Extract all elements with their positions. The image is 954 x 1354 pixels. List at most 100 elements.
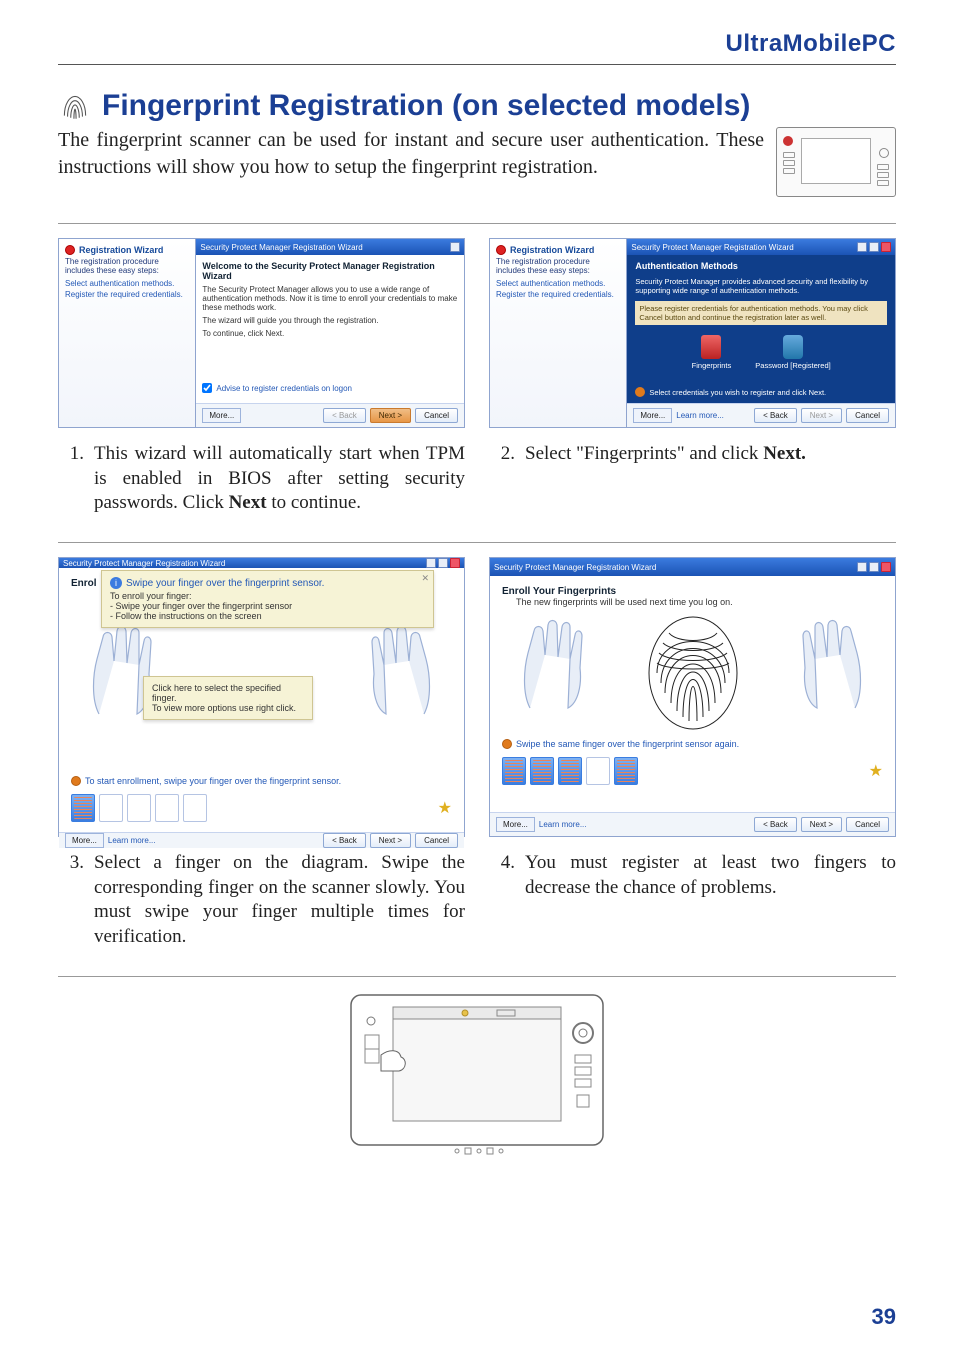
- cancel-button[interactable]: Cancel: [415, 408, 458, 423]
- s1-sidebar-item: Register the required credentials.: [65, 290, 189, 299]
- s3-window-title: Security Protect Manager Registration Wi…: [63, 559, 225, 568]
- s3-start-hint: To start enrollment, swipe your finger o…: [85, 776, 341, 786]
- more-button[interactable]: More...: [496, 817, 535, 832]
- intro-paragraph: The fingerprint scanner can be used for …: [58, 127, 764, 181]
- hint-icon: [71, 776, 81, 786]
- s1-checkbox-label: Advise to register credentials on logon: [216, 384, 352, 393]
- tooltip-lead: To enroll your finger:: [110, 591, 425, 601]
- window-controls[interactable]: [857, 562, 891, 572]
- device-illustration: [347, 991, 607, 1166]
- next-button[interactable]: Next >: [801, 408, 842, 423]
- info-icon: i: [110, 577, 122, 589]
- back-button[interactable]: < Back: [323, 408, 366, 423]
- divider-1: [58, 223, 896, 224]
- s2-sidebar-item: Select authentication methods.: [496, 279, 620, 288]
- more-button[interactable]: More...: [65, 833, 104, 848]
- s4-window-title: Security Protect Manager Registration Wi…: [494, 563, 656, 572]
- page-number: 39: [872, 1304, 896, 1330]
- left-hand-diagram[interactable]: [510, 613, 598, 733]
- tooltip2-line: To view more options use right click.: [152, 703, 304, 713]
- s2-hint: Please register credentials for authenti…: [635, 301, 887, 325]
- s2-auth-sub: Security Protect Manager provides advanc…: [635, 277, 887, 295]
- star-icon: ★: [869, 761, 883, 781]
- step-number: 1.: [58, 442, 94, 516]
- learn-more-link[interactable]: Learn more...: [676, 411, 724, 420]
- select-finger-tooltip: Click here to select the specified finge…: [143, 676, 313, 720]
- s1-body2: The wizard will guide you through the re…: [202, 316, 458, 325]
- info-icon: [635, 387, 645, 397]
- screenshot-step-1: Registration Wizard The registration pro…: [58, 238, 465, 428]
- s1-sidebar-item: Select authentication methods.: [65, 279, 189, 288]
- progress-slots: ★: [71, 794, 452, 822]
- s4-title: Enroll Your Fingerprints: [502, 586, 883, 597]
- s1-advise-checkbox[interactable]: Advise to register credentials on logon: [202, 383, 458, 393]
- learn-more-link[interactable]: Learn more...: [539, 820, 587, 829]
- s2-sidebar-item: Register the required credentials.: [496, 290, 620, 299]
- progress-slots: ★: [502, 757, 883, 785]
- swipe-tooltip: ✕ i Swipe your finger over the fingerprin…: [101, 570, 434, 628]
- s1-body3: To continue, click Next.: [202, 329, 458, 338]
- device-thumbnail: [776, 127, 896, 197]
- fingerprints-option[interactable]: Fingerprints: [692, 335, 732, 370]
- step-text: Select "Fingerprints" and click: [525, 443, 763, 464]
- step-number: 2.: [489, 442, 525, 467]
- cancel-button[interactable]: Cancel: [415, 833, 458, 848]
- s2-select-hint: Select credentials you wish to register …: [649, 388, 826, 397]
- divider-3: [58, 976, 896, 977]
- s4-sub: The new fingerprints will be used next t…: [516, 597, 883, 607]
- step-number: 3.: [58, 851, 94, 950]
- doc-title: UltraMobilePC: [58, 30, 896, 58]
- header-rule: [58, 64, 896, 65]
- back-button[interactable]: < Back: [754, 817, 797, 832]
- tooltip-close-icon[interactable]: ✕: [421, 573, 429, 584]
- s1-body1: The Security Protect Manager allows you …: [202, 285, 458, 312]
- next-button[interactable]: Next >: [370, 408, 411, 423]
- hint-icon: [502, 739, 512, 749]
- step-text-after: to continue.: [267, 492, 361, 513]
- screenshot-step-2: Registration Wizard The registration pro…: [489, 238, 896, 428]
- window-controls[interactable]: [450, 242, 460, 252]
- s2-window-title: Security Protect Manager Registration Wi…: [631, 243, 793, 252]
- cancel-button[interactable]: Cancel: [846, 817, 889, 832]
- more-button[interactable]: More...: [633, 408, 672, 423]
- more-button[interactable]: More...: [202, 408, 241, 423]
- tooltip-line: - Follow the instructions on the screen: [110, 611, 425, 621]
- back-button[interactable]: < Back: [754, 408, 797, 423]
- step-bold: Next: [229, 492, 267, 513]
- s1-window-title: Security Protect Manager Registration Wi…: [200, 243, 362, 252]
- step-number: 4.: [489, 851, 525, 900]
- next-button[interactable]: Next >: [370, 833, 411, 848]
- fingerprint-icon: [701, 335, 721, 359]
- step-1: 1. This wizard will automatically start …: [58, 442, 465, 516]
- fp-option-label: Fingerprints: [692, 361, 732, 370]
- back-button[interactable]: < Back: [323, 833, 366, 848]
- next-button[interactable]: Next >: [801, 817, 842, 832]
- step-text: Select a finger on the diagram. Swipe th…: [94, 852, 465, 947]
- tooltip2-line: Click here to select the specified finge…: [152, 683, 304, 703]
- step-3: 3. Select a finger on the diagram. Swipe…: [58, 851, 465, 950]
- s2-sidebar-sub: The registration procedure includes thes…: [496, 257, 620, 275]
- cancel-button[interactable]: Cancel: [846, 408, 889, 423]
- enrolling-fingerprint: [638, 613, 748, 733]
- s1-sidebar-title: Registration Wizard: [79, 245, 163, 255]
- window-controls[interactable]: [857, 242, 891, 252]
- screenshot-step-3: Security Protect Manager Registration Wi…: [58, 557, 465, 837]
- learn-more-link[interactable]: Learn more...: [108, 836, 156, 845]
- step-bold: Next.: [763, 443, 806, 464]
- right-hand-diagram[interactable]: [787, 613, 875, 733]
- s1-sidebar-sub: The registration procedure includes thes…: [65, 257, 189, 275]
- tooltip-line: - Swipe your finger over the fingerprint…: [110, 601, 425, 611]
- s1-headline: Welcome to the Security Protect Manager …: [202, 261, 458, 281]
- s4-swipe-hint: Swipe the same finger over the fingerpri…: [516, 739, 739, 749]
- right-hand-diagram[interactable]: [356, 619, 444, 722]
- s3-enrol-prefix: Enrol: [71, 578, 97, 589]
- s2-sidebar-title: Registration Wizard: [510, 245, 594, 255]
- tooltip-title: Swipe your finger over the fingerprint s…: [126, 578, 324, 589]
- divider-2: [58, 542, 896, 543]
- window-controls[interactable]: [426, 558, 460, 568]
- step-4: 4. You must register at least two finger…: [489, 851, 896, 900]
- star-icon: ★: [438, 798, 452, 818]
- key-icon: [783, 335, 803, 359]
- step-2: 2. Select "Fingerprints" and click Next.: [489, 442, 896, 467]
- password-option[interactable]: Password [Registered]: [755, 335, 830, 370]
